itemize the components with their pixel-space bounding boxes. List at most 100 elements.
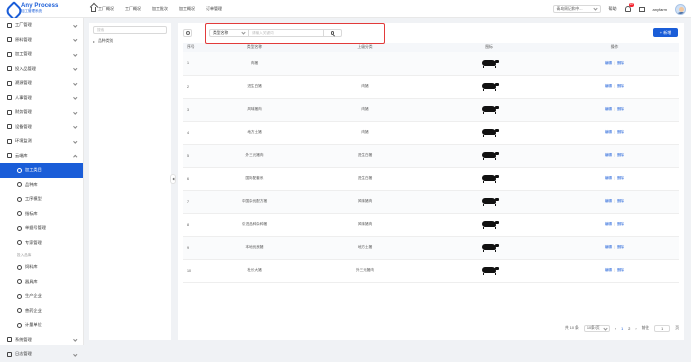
topnav-item-processing[interactable]: 加工概况 [179,6,195,12]
cell-parent: 肉猪 [302,75,428,99]
delete-link[interactable]: 删除 [617,222,624,226]
cell-name: 杜长大猪 [207,259,302,283]
goto-page-input[interactable]: 1 [654,325,671,332]
edit-link[interactable]: 编辑 [605,245,612,249]
sidebar-item-material[interactable]: 原料管理 [0,33,83,48]
cell-parent [302,52,428,76]
search-field-select[interactable]: 类型名称 [209,29,248,37]
page-size-select[interactable]: 10条/页 [583,325,610,332]
sidebar-item-environment[interactable]: 环境监测 [0,134,83,149]
delete-link[interactable]: 删除 [617,199,624,203]
sidebar: 工厂管理 原料管理 加工管理 投入品管理 溯源管理 人事管理 财务管理 设备管理… [0,18,84,357]
column-header-name: 类型名称 [207,43,302,52]
search-button[interactable] [324,29,342,37]
topnav-item-factory-overview[interactable]: 工厂概况 [91,6,114,12]
sidebar-item-expert[interactable]: 专家管理 [0,236,83,251]
next-page-button[interactable]: › [635,327,636,331]
edit-link[interactable]: 编辑 [605,199,612,203]
topnav-item-batch[interactable]: 加工批次 [152,6,168,12]
prev-page-button[interactable]: ‹ [615,327,616,331]
delete-link[interactable]: 删除 [617,153,624,157]
sidebar-item-indicator[interactable]: 指标库 [0,207,83,222]
sidebar-group-label: 投入品库 [17,252,32,257]
action-separator: | [614,60,615,65]
edit-link[interactable]: 编辑 [605,84,612,88]
delete-link[interactable]: 删除 [617,176,624,180]
edit-link[interactable]: 编辑 [605,130,612,134]
panel-collapse-toggle[interactable] [170,174,176,184]
pig-icon [482,244,499,252]
sidebar-item-vet-company[interactable]: 兽药企业 [0,304,83,319]
action-separator: | [614,268,615,272]
delete-link[interactable]: 删除 [617,130,624,134]
sidebar-item-unit[interactable]: 计量单位 [0,318,83,333]
delete-link[interactable]: 删除 [617,84,624,88]
sidebar-item-log[interactable]: 日志管理 [0,347,83,362]
sidebar-item-cloud-library[interactable]: 云端库 [0,149,83,164]
sidebar-item-hr[interactable]: 人事管理 [0,91,83,106]
sidebar-item-feed[interactable]: 饲料库 [0,260,83,275]
tree-node-root[interactable]: 品种类别 [93,39,167,44]
sidebar-item-trace[interactable]: 溯源管理 [0,76,83,91]
table-row: 3 风味猪肉 肉猪 编辑 | 删除 [183,98,679,122]
page-number[interactable]: 2 [628,327,630,331]
cell-index: 7 [183,190,207,214]
sidebar-item-processing-category[interactable]: 加工类目 [0,163,83,178]
avatar[interactable] [675,3,686,15]
bell-icon[interactable]: 10 [624,2,634,12]
edit-link[interactable]: 编辑 [605,222,612,226]
delete-link[interactable]: 删除 [617,61,624,65]
pig-icon [482,198,499,206]
cell-name: 国际配套系 [207,167,302,191]
cell-parent: 风味猪肉 [302,190,428,214]
edit-link[interactable]: 编辑 [605,107,612,111]
sidebar-item-process-model[interactable]: 工序模型 [0,192,83,207]
cell-index: 10 [183,259,207,283]
sidebar-item-processing[interactable]: 加工管理 [0,47,83,62]
equipment-icon [7,124,12,130]
sidebar-item-equipment[interactable]: 设备管理 [0,120,83,135]
pig-icon [482,59,499,68]
action-separator: | [614,107,615,111]
company-select[interactable]: 青岛周记和中... [552,5,601,13]
pig-icon [482,152,499,160]
chevron-down-icon [72,80,77,85]
pig-icon [482,83,499,91]
edit-link[interactable]: 编辑 [605,268,612,272]
pig-icon [482,221,499,229]
sidebar-item-inputs[interactable]: 投入品管理 [0,62,83,77]
delete-link[interactable]: 删除 [617,245,624,249]
chevron-down-icon [241,30,246,35]
sidebar-item-finance[interactable]: 财务管理 [0,105,83,120]
help-link[interactable]: 帮助 [609,6,617,12]
toolbar: 类型名称 请输入关键词 + 新增 [178,23,684,43]
page-number[interactable]: 1 [621,327,623,331]
sidebar-item-producer[interactable]: 生产企业 [0,289,83,304]
topnav-item-orders[interactable]: 订单管理 [206,6,222,12]
message-icon[interactable] [638,6,645,12]
delete-link[interactable]: 删除 [617,107,624,111]
chevron-down-icon [592,6,598,11]
edit-link[interactable]: 编辑 [605,153,612,157]
filter-toggle-button[interactable] [183,29,192,37]
brand-logo[interactable]: Any Process 加工管理系统 [0,3,84,15]
topnav-item-factory-overview-2[interactable]: 工厂概况 [125,6,141,12]
brand-subtitle: 加工管理系统 [21,8,42,13]
cell-name: 外三元猪肉 [207,144,302,168]
edit-link[interactable]: 编辑 [605,176,612,180]
table-header-row: 序号 类型名称 上级分类 图标 操作 [183,43,679,52]
tree-search-input[interactable]: 搜索 [93,26,167,34]
sidebar-item-doc-number[interactable]: 单据号管理 [0,221,83,236]
sidebar-item-utensil[interactable]: 器具库 [0,275,83,290]
action-separator: | [614,222,615,226]
sidebar-item-factory[interactable]: 工厂管理 [0,18,83,33]
column-header-icon: 图标 [428,43,550,52]
add-button[interactable]: + 新增 [653,28,678,37]
table-row: 7 中国杂优配方猪 风味猪肉 编辑 | 删除 [183,190,679,214]
search-input[interactable]: 请输入关键词 [248,29,324,37]
edit-link[interactable]: 编辑 [605,61,612,65]
cell-index: 1 [183,52,207,76]
delete-link[interactable]: 删除 [617,268,624,272]
username[interactable]: anyfarm [653,7,667,12]
sidebar-item-breed-library[interactable]: 品种库 [0,178,83,193]
